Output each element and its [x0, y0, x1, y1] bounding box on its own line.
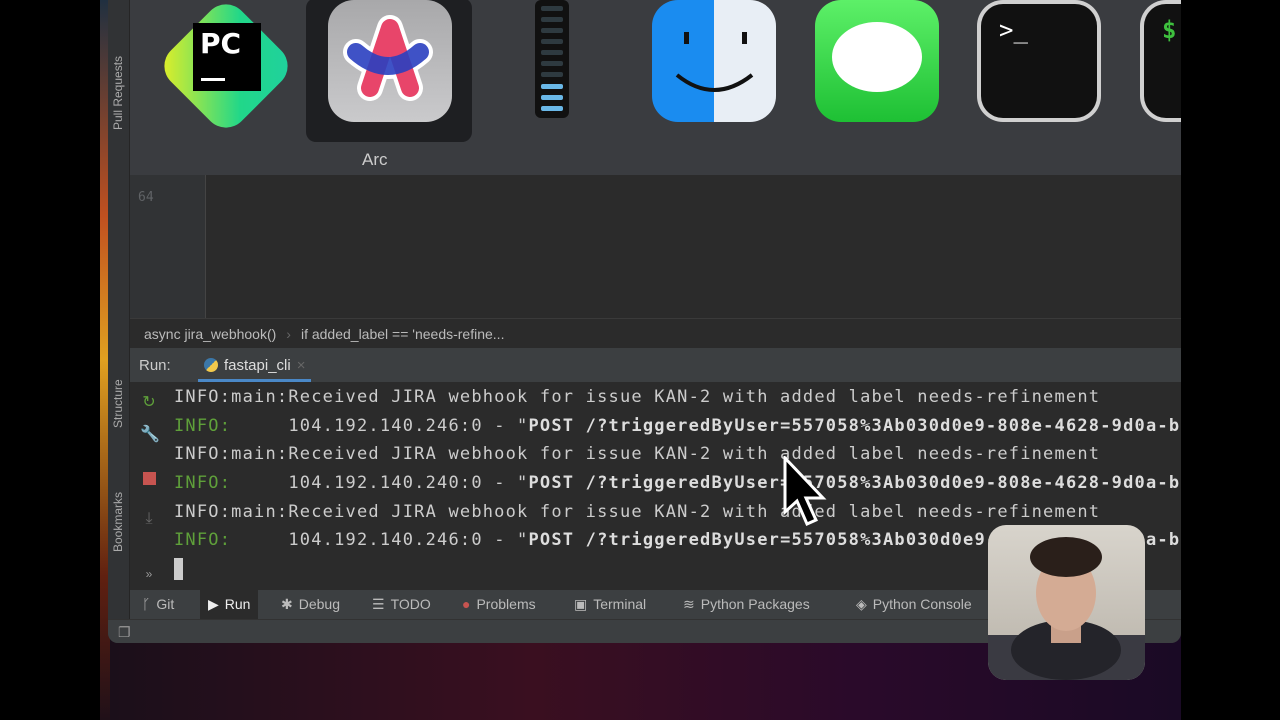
- terminal-icon: ▣: [574, 596, 588, 612]
- close-icon[interactable]: ×: [297, 357, 306, 374]
- console-line: INFO:main:Received JIRA webhook for issu…: [174, 387, 1101, 407]
- stop-icon[interactable]: [140, 470, 158, 488]
- tool-python-packages[interactable]: ≋ Python Packages: [675, 590, 818, 619]
- mouse-cursor: [783, 456, 827, 526]
- left-tool-strip: Pull Requests Structure Bookmarks: [108, 0, 130, 643]
- arc-icon: [343, 15, 433, 101]
- list-icon: ☰: [372, 596, 385, 612]
- bug-icon: ✱: [281, 596, 293, 612]
- console-line: INFO: 104.192.140.240:0 - "POST /?trigge…: [174, 473, 1181, 494]
- tool-git[interactable]: ᚴ Git: [134, 590, 182, 619]
- person-video: [988, 537, 1145, 680]
- terminal-prompt-icon: >_: [981, 4, 1097, 118]
- console-line: INFO:main:Received JIRA webhook for issu…: [174, 444, 1101, 465]
- dock-app-terminal[interactable]: >_: [977, 0, 1101, 122]
- wrench-icon[interactable]: 🔧: [140, 424, 160, 443]
- dock-app-finder[interactable]: [652, 0, 776, 122]
- tool-run[interactable]: ▶ Run: [200, 590, 259, 619]
- console-line: INFO:main:Received JIRA webhook for issu…: [174, 501, 1101, 522]
- bookmarks-tab[interactable]: Bookmarks: [111, 492, 125, 552]
- play-icon: ▶: [208, 596, 219, 612]
- dock-app-arc[interactable]: [328, 0, 452, 122]
- layers-icon: ≋: [683, 596, 695, 612]
- dock-app-pycharm[interactable]: PC: [155, 0, 298, 137]
- dock-app-terminal-2[interactable]: $: [1140, 0, 1181, 122]
- structure-tab[interactable]: Structure: [111, 379, 125, 428]
- text-caret: [174, 558, 183, 581]
- tool-todo[interactable]: ☰ TODO: [364, 590, 439, 619]
- breadcrumb-function[interactable]: async jira_webhook(): [144, 326, 276, 342]
- speech-bubble-icon: [832, 22, 922, 92]
- dock-app-activity-monitor[interactable]: [535, 0, 569, 118]
- pycharm-underscore: [201, 78, 225, 81]
- finder-face-icon: [675, 32, 754, 92]
- more-icon[interactable]: »: [140, 567, 158, 585]
- breadcrumb: async jira_webhook() › if added_label == '…: [130, 318, 1181, 348]
- tool-problems[interactable]: ● Problems: [454, 590, 544, 619]
- activity-meter-icon: [541, 6, 563, 111]
- chevron-right-icon: ›: [286, 326, 291, 342]
- dock-app-label: Arc: [362, 150, 388, 169]
- console-line: INFO: 104.192.140.246:0 - "POST /?trigge…: [174, 415, 1181, 436]
- pull-requests-tab[interactable]: Pull Requests: [111, 56, 125, 130]
- tool-debug[interactable]: ✱ Debug: [273, 590, 348, 619]
- rerun-icon[interactable]: ↻: [140, 392, 158, 411]
- tool-terminal[interactable]: ▣ Terminal: [566, 590, 654, 619]
- scroll-to-end-icon[interactable]: ⤓: [140, 510, 158, 528]
- screen: Pull Requests Structure Bookmarks 64 asy…: [100, 0, 1181, 720]
- line-number: 64: [138, 190, 154, 205]
- run-label: Run:: [139, 357, 171, 374]
- error-icon: ●: [462, 596, 471, 612]
- macos-dock: PC Arc >_ $: [130, 0, 1181, 175]
- console-toolbar: ↻ 🔧 ⤓ »: [130, 382, 170, 590]
- dock-app-messages[interactable]: [815, 0, 939, 122]
- toggle-tool-windows-icon[interactable]: ❐: [118, 624, 131, 641]
- run-tool-header: Run: fastapi_cli ×: [130, 348, 1181, 382]
- tool-python-console[interactable]: ◈ Python Console: [848, 590, 980, 619]
- gutter: 64: [130, 175, 206, 318]
- run-tab-fastapi-cli[interactable]: fastapi_cli ×: [198, 348, 312, 382]
- git-branch-icon: ᚴ: [142, 596, 151, 612]
- webcam-overlay: [988, 525, 1145, 680]
- dollar-icon: $: [1144, 4, 1181, 118]
- python-icon: ◈: [856, 596, 867, 612]
- code-editor[interactable]: 64: [130, 175, 1181, 318]
- python-icon: [204, 358, 218, 372]
- run-tab-label: fastapi_cli: [224, 357, 291, 374]
- breadcrumb-condition[interactable]: if added_label == 'needs-refine...: [301, 326, 505, 342]
